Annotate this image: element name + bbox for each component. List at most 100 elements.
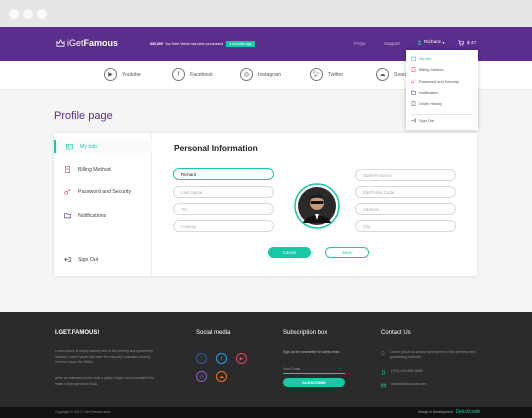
state-field[interactable] [355,169,456,181]
avatar[interactable] [294,183,340,229]
developer-credit[interactable]: Design & Development DeluXcode [418,409,480,415]
footer-brand-text-2: when an unknown printer took a galley of… [55,376,154,386]
youtube-icon: ▶ [104,68,117,81]
cancel-button[interactable]: Cancel [268,247,311,258]
country-field[interactable] [173,220,274,232]
zip-field[interactable] [355,186,456,198]
cart-amount: $ 47 [467,40,477,46]
dropdown-divider [411,114,473,115]
footer-subscription-title: Subscription box [283,330,328,336]
footer-brand: I.GET.FAMOUS! [55,330,100,336]
instagram-icon[interactable]: ◎ [196,371,207,382]
save-button[interactable]: Save [325,247,369,258]
soundcloud-icon: ☁ [376,68,389,81]
contact-email-text: hello@deluxcode.com [391,382,427,386]
logo-text-bold: Famous [83,38,119,48]
dropdown-sign-out[interactable]: Sign Out [411,118,434,123]
tab-label: Youtube [122,71,141,78]
dropdown-label: Order History [419,101,443,106]
email-icon [381,383,386,388]
window-maximize-dot[interactable] [37,9,47,19]
profile-sidebar: My Info Billing Method Password and Secu… [54,133,152,276]
tab-youtube[interactable]: ▶ Youtube [104,68,141,81]
soundcloud-icon[interactable]: ☁ [216,371,227,382]
key-icon [64,188,71,195]
contact-email: hello@deluxcode.com [381,382,426,388]
dropdown-item-my-info[interactable]: My info [411,56,432,61]
copyright-text: Copyright © 2017 I Get Famous.com [55,410,111,414]
contact-address-text: Lorem Ipsum is simply dummy text of the … [389,350,475,359]
facebook-icon: f [172,68,185,81]
twitter-icon: 🐦︎ [310,68,323,81]
window-close-dot[interactable] [9,9,19,19]
tel-field[interactable] [173,203,274,215]
billing-icon [411,67,416,72]
footer-social-title: Social media [196,330,231,336]
dropdown-item-billing[interactable]: Billing Method [411,67,443,72]
dropdown-item-notification[interactable]: Notification [411,90,438,95]
footer-brand-text-1: Lorem Ipsum is simply dummy text of the … [55,349,153,364]
footer-contact-title: Contact Us [381,330,411,336]
window-minimize-dot[interactable] [23,9,33,19]
subscribe-button[interactable]: SUBSCRIBE [283,378,345,387]
user-menu-button[interactable]: Richard ▾ [417,40,445,45]
contact-address: Lorem Ipsum is simply dummy text of the … [381,350,481,360]
city-field[interactable] [355,220,456,232]
dev-text: Design & Development [418,410,453,414]
sidebar-item-security[interactable]: Password and Security [54,185,152,198]
location-pin-icon [381,351,385,356]
user-dropdown-menu: My info Billing Method Password and Secu… [406,50,478,130]
nav-faqs[interactable]: FAQs [354,41,365,46]
dropdown-label: Sign Out [419,118,435,123]
dropdown-label: My info [419,56,432,61]
contact-phone-text: (+91) 000 888 8888 [391,369,423,373]
tab-facebook[interactable]: f Facebook [172,68,213,81]
last-name-field[interactable] [173,186,274,198]
folder-icon [64,213,71,219]
facebook-icon[interactable]: f [196,353,207,364]
sidebar-item-my-info[interactable]: My Info [54,140,152,153]
address-field[interactable] [355,203,456,215]
tab-label: Instagram [258,71,282,78]
newsletter-email-input[interactable] [283,364,345,374]
dev-brand: DeluXcode [455,409,481,415]
dropdown-item-security[interactable]: Password and Security [411,79,459,84]
youtube-icon[interactable]: ▶ [236,353,247,364]
instagram-icon: ◎ [240,68,253,81]
billing-icon [65,166,70,173]
dropdown-label: Notification [419,90,439,95]
tab-label: Facebook [190,71,213,78]
logo-text-light: iGet [67,38,84,48]
nav-support[interactable]: Support [384,41,400,46]
dropdown-label: Billing Method [419,67,444,72]
key-icon [411,79,416,84]
phone-icon [382,370,385,375]
announce-text: YouTube Views has been purchased [165,42,224,46]
sign-out-icon [411,118,416,123]
sidebar-sign-out[interactable]: Sign Out [54,253,152,266]
first-name-field[interactable] [173,168,274,180]
cart-icon [458,40,464,46]
cart-button[interactable]: $ 47 [458,40,476,46]
sign-out-icon [64,257,71,262]
announce-count: 500,000 [150,42,163,46]
section-title: Personal Information [174,143,258,153]
twitter-icon[interactable]: t [216,353,227,364]
tab-twitter[interactable]: 🐦︎ Twitter [310,68,343,81]
arrow-right-icon[interactable]: → [337,365,342,371]
announce-time-badge: 4 minutes ago [226,41,255,47]
page-title: Profile page [54,110,113,122]
user-name: Richard [424,40,441,45]
clipboard-icon [411,101,416,106]
crown-icon [56,38,65,47]
id-card-icon [411,56,416,61]
tab-instagram[interactable]: ◎ Instagram [240,68,281,81]
contact-phone: (+91) 000 888 8888 [381,369,422,375]
sidebar-item-label: Sign Out [78,256,99,263]
dropdown-item-order-history[interactable]: Order History [411,101,442,106]
sidebar-item-notifications[interactable]: Notifications [54,209,152,222]
sidebar-item-billing[interactable]: Billing Method [54,163,152,176]
tab-soundcloud[interactable]: ☁ Sound [376,68,409,81]
subscription-text: Sign up the newsletter for latest news [283,350,340,354]
site-logo[interactable]: iGet Famous [56,38,118,48]
